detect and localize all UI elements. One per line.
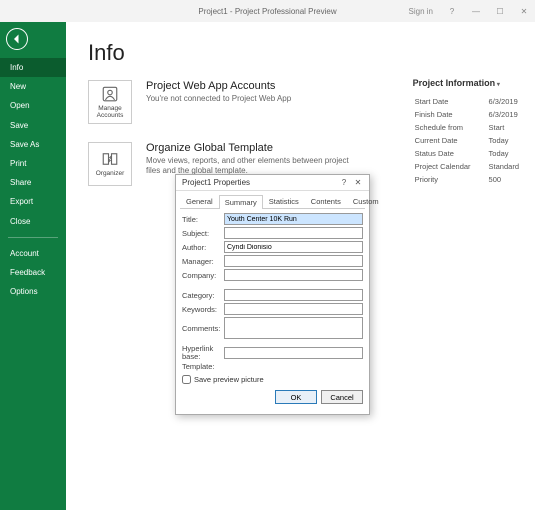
projinfo-val: Standard bbox=[489, 161, 519, 172]
projinfo-key: Schedule from bbox=[415, 122, 487, 133]
manage-accounts-button[interactable]: Manage Accounts bbox=[88, 80, 132, 124]
manage-accounts-label: Manage Accounts bbox=[89, 105, 131, 119]
dialog-help-button[interactable]: ? bbox=[337, 178, 351, 187]
keywords-input[interactable] bbox=[224, 303, 363, 315]
nav-item-save-as[interactable]: Save As bbox=[0, 135, 66, 154]
comments-input[interactable] bbox=[224, 317, 363, 339]
projinfo-val: Today bbox=[489, 135, 519, 146]
dialog-title: Project1 Properties bbox=[180, 178, 337, 187]
projinfo-row: Schedule fromStart bbox=[415, 122, 519, 133]
back-button[interactable] bbox=[6, 28, 28, 50]
projinfo-key: Start Date bbox=[415, 96, 487, 107]
company-label: Company: bbox=[182, 271, 224, 280]
organizer-label: Organizer bbox=[96, 170, 125, 177]
nav-item-account[interactable]: Account bbox=[0, 244, 66, 263]
projinfo-key: Status Date bbox=[415, 148, 487, 159]
subject-label: Subject: bbox=[182, 229, 224, 238]
project-info-heading[interactable]: Project Information bbox=[413, 78, 521, 88]
nav-item-export[interactable]: Export bbox=[0, 192, 66, 211]
category-label: Category: bbox=[182, 291, 224, 300]
app-title: Project1 - Project Professional Preview bbox=[198, 7, 336, 16]
tab-custom[interactable]: Custom bbox=[347, 194, 385, 208]
titlebar: Project1 - Project Professional Preview … bbox=[0, 0, 535, 22]
projinfo-val: Today bbox=[489, 148, 519, 159]
organizer-icon bbox=[101, 150, 119, 168]
projinfo-row: Finish Date6/3/2019 bbox=[415, 109, 519, 120]
author-input[interactable] bbox=[224, 241, 363, 253]
accounts-desc: You're not connected to Project Web App bbox=[146, 94, 291, 104]
hyperlink-input[interactable] bbox=[224, 347, 363, 359]
page-title: Info bbox=[88, 40, 521, 66]
arrow-left-icon bbox=[11, 33, 23, 45]
projinfo-val: 500 bbox=[489, 174, 519, 185]
properties-dialog: Project1 Properties ? ✕ GeneralSummarySt… bbox=[175, 174, 370, 415]
ok-button[interactable]: OK bbox=[275, 390, 317, 404]
subject-input[interactable] bbox=[224, 227, 363, 239]
hyperlink-label: Hyperlink base: bbox=[182, 345, 224, 360]
tab-contents[interactable]: Contents bbox=[305, 194, 347, 208]
projinfo-row: Current DateToday bbox=[415, 135, 519, 146]
accounts-heading: Project Web App Accounts bbox=[146, 80, 291, 92]
backstage-sidebar: InfoNewOpenSaveSave AsPrintShareExportCl… bbox=[0, 22, 66, 510]
save-preview-label: Save preview picture bbox=[194, 375, 264, 384]
manager-label: Manager: bbox=[182, 257, 224, 266]
nav-item-save[interactable]: Save bbox=[0, 116, 66, 135]
projinfo-row: Status DateToday bbox=[415, 148, 519, 159]
nav-item-close[interactable]: Close bbox=[0, 212, 66, 231]
tab-general[interactable]: General bbox=[180, 194, 219, 208]
nav-item-open[interactable]: Open bbox=[0, 96, 66, 115]
nav-item-new[interactable]: New bbox=[0, 77, 66, 96]
cancel-button[interactable]: Cancel bbox=[321, 390, 363, 404]
manager-input[interactable] bbox=[224, 255, 363, 267]
close-button[interactable]: ✕ bbox=[519, 6, 529, 16]
nav-item-options[interactable]: Options bbox=[0, 282, 66, 301]
nav-item-share[interactable]: Share bbox=[0, 173, 66, 192]
nav-item-print[interactable]: Print bbox=[0, 154, 66, 173]
projinfo-key: Current Date bbox=[415, 135, 487, 146]
tab-summary[interactable]: Summary bbox=[219, 195, 263, 209]
projinfo-val: 6/3/2019 bbox=[489, 96, 519, 107]
signin-link[interactable]: Sign in bbox=[409, 7, 433, 16]
title-input[interactable] bbox=[224, 213, 363, 225]
organizer-heading: Organize Global Template bbox=[146, 142, 356, 154]
project-info-panel: Project Information Start Date6/3/2019Fi… bbox=[413, 78, 521, 187]
help-button[interactable]: ? bbox=[447, 6, 457, 16]
nav-separator bbox=[8, 237, 58, 238]
keywords-label: Keywords: bbox=[182, 305, 224, 314]
category-input[interactable] bbox=[224, 289, 363, 301]
nav-item-feedback[interactable]: Feedback bbox=[0, 263, 66, 282]
projinfo-key: Priority bbox=[415, 174, 487, 185]
projinfo-key: Project Calendar bbox=[415, 161, 487, 172]
company-input[interactable] bbox=[224, 269, 363, 281]
organizer-button[interactable]: Organizer bbox=[88, 142, 132, 186]
template-label: Template: bbox=[182, 362, 224, 371]
save-preview-checkbox[interactable] bbox=[182, 375, 191, 384]
dialog-close-button[interactable]: ✕ bbox=[351, 178, 365, 187]
author-label: Author: bbox=[182, 243, 224, 252]
projinfo-row: Priority500 bbox=[415, 174, 519, 185]
accounts-icon bbox=[101, 85, 119, 103]
nav-item-info[interactable]: Info bbox=[0, 58, 66, 77]
projinfo-row: Project CalendarStandard bbox=[415, 161, 519, 172]
comments-label: Comments: bbox=[182, 324, 224, 333]
projinfo-val: Start bbox=[489, 122, 519, 133]
projinfo-key: Finish Date bbox=[415, 109, 487, 120]
minimize-button[interactable]: — bbox=[471, 6, 481, 16]
maximize-button[interactable]: ☐ bbox=[495, 6, 505, 16]
projinfo-val: 6/3/2019 bbox=[489, 109, 519, 120]
title-label: Title: bbox=[182, 215, 224, 224]
projinfo-row: Start Date6/3/2019 bbox=[415, 96, 519, 107]
tab-statistics[interactable]: Statistics bbox=[263, 194, 305, 208]
